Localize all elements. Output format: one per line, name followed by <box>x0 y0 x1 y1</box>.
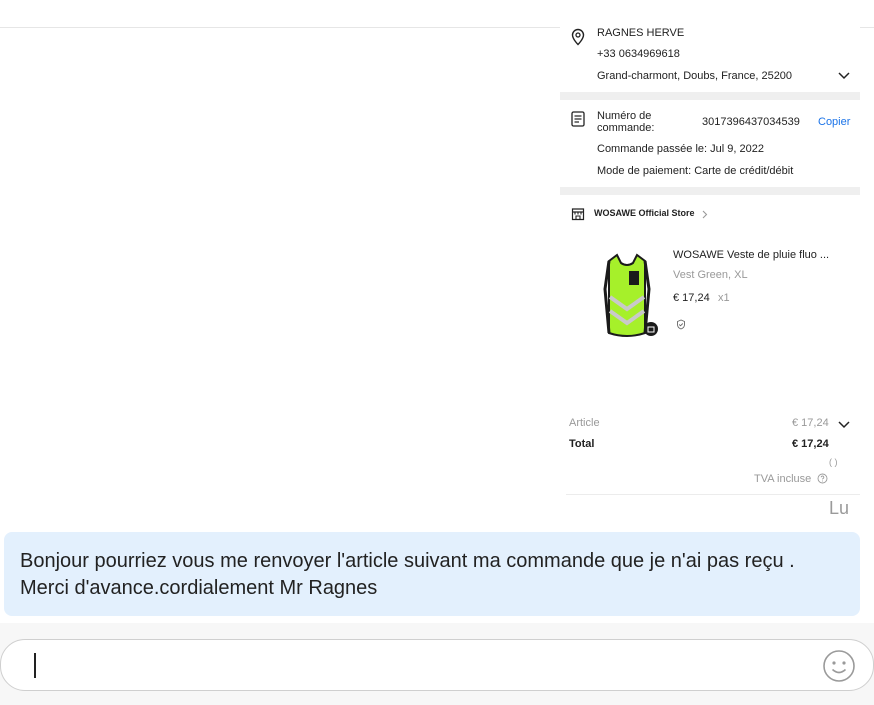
copy-order-number-button[interactable]: Copier <box>818 116 850 128</box>
read-status: Lu <box>829 498 850 518</box>
message-bubble: Bonjour pourriez vous me renvoyer l'arti… <box>4 532 860 616</box>
product-variant: Vest Green, XL <box>673 269 748 281</box>
order-number-label: Numéro de commande: <box>597 110 654 134</box>
recipient-phone: +33 0634969618 <box>597 48 680 60</box>
store-link[interactable]: WOSAWE Official Store <box>594 208 695 218</box>
recipient-name: RAGNES HERVE <box>597 27 685 39</box>
card-bottom-divider <box>566 494 860 495</box>
section-separator <box>560 187 860 195</box>
product-price: € 17,24 <box>673 292 710 304</box>
order-document-icon <box>571 111 585 127</box>
article-value: € 17,24 <box>792 417 829 429</box>
emoji-icon[interactable] <box>822 649 856 683</box>
section-separator <box>560 92 860 100</box>
camera-icon <box>644 322 658 336</box>
order-date: Commande passée le: Jul 9, 2022 <box>597 143 764 155</box>
total-value: € 17,24 <box>792 438 829 450</box>
chevron-down-icon[interactable] <box>837 420 851 430</box>
chevron-right-icon[interactable] <box>702 210 708 219</box>
tax-included-label: TVA incluse <box>754 473 812 485</box>
text-cursor <box>34 653 36 678</box>
help-icon[interactable] <box>817 473 828 484</box>
location-pin-icon <box>571 28 585 46</box>
message-input[interactable] <box>0 639 874 691</box>
tax-parenthesis: ( ) <box>829 457 838 467</box>
store-icon <box>571 208 585 221</box>
order-number-label-line1: Numéro de <box>597 110 652 122</box>
message-line-1: Bonjour pourriez vous me renvoyer l'arti… <box>20 550 795 572</box>
store-name: WOSAWE Official Store <box>594 208 695 218</box>
total-label: Total <box>569 438 595 450</box>
order-card: RAGNES HERVE +33 0634969618 Grand-charmo… <box>560 27 860 494</box>
top-bar <box>0 0 874 28</box>
product-title[interactable]: WOSAWE Veste de pluie fluo ... <box>673 249 829 261</box>
order-number-label-line2: commande: <box>597 122 655 134</box>
chevron-down-icon[interactable] <box>837 71 851 81</box>
recipient-address: Grand-charmont, Doubs, France, 25200 <box>597 70 793 82</box>
order-number: 3017396437034539 <box>702 116 800 128</box>
message-line-2: Merci d'avance.cordialement Mr Ragnes <box>20 577 378 599</box>
article-label: Article <box>569 417 600 429</box>
product-quantity: x1 <box>718 292 730 304</box>
product-thumbnail[interactable] <box>587 249 667 339</box>
shield-check-icon <box>677 319 685 330</box>
payment-method: Mode de paiement: Carte de crédit/débit <box>597 165 794 177</box>
